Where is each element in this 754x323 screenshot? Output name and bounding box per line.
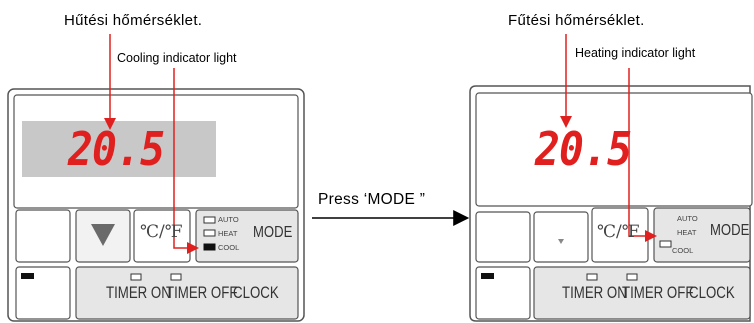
right-timer-off-label[interactable]: TIMER OFF: [622, 283, 693, 303]
press-mode-label: Press ‘MODE ”: [318, 191, 426, 208]
left-indicator-caption: Cooling indicator light: [117, 51, 237, 65]
left-clock-label[interactable]: CLOCK: [233, 283, 279, 303]
left-title: Hűtési hőmérséklet.: [64, 12, 203, 29]
left-cool-indicator-label: COOL: [218, 243, 240, 252]
right-heat-indicator-label: HEAT: [677, 228, 697, 237]
right-cool-indicator-label: COOL: [672, 246, 694, 255]
left-unit-button[interactable]: ℃/℉: [140, 222, 183, 242]
right-timer-on-label[interactable]: TIMER ON: [562, 283, 627, 303]
left-heat-indicator-label: HEAT: [218, 229, 238, 238]
left-mode-button[interactable]: MODE: [253, 224, 292, 242]
left-auto-indicator-label: AUTO: [218, 215, 239, 224]
left-timer-off-label[interactable]: TIMER OFF: [166, 283, 237, 303]
left-temperature-display: 20.5: [68, 122, 165, 176]
left-timer-on-label[interactable]: TIMER ON: [106, 283, 171, 303]
right-indicator-caption: Heating indicator light: [575, 46, 696, 60]
right-mode-button[interactable]: MODE: [710, 222, 749, 240]
right-auto-indicator-label: AUTO: [677, 214, 698, 223]
right-title: Fűtési hőmérséklet.: [508, 12, 645, 29]
right-temperature-display: 20.5: [535, 122, 632, 176]
right-clock-label[interactable]: CLOCK: [689, 283, 735, 303]
right-unit-button[interactable]: ℃/℉: [597, 222, 640, 242]
